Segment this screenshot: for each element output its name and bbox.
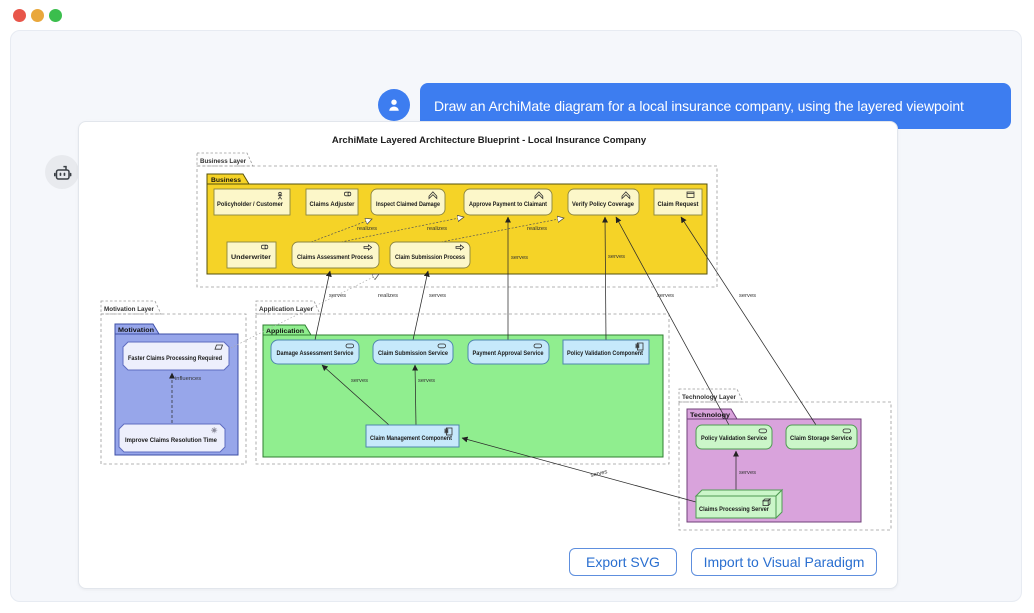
chat-panel: Draw an ArchiMate diagram for a local in… bbox=[10, 30, 1022, 602]
node-payment-approval-service: Payment Approval Service bbox=[468, 340, 549, 364]
svg-text:Inspect Claimed Damage: Inspect Claimed Damage bbox=[376, 202, 441, 208]
relation-label: serves bbox=[418, 378, 435, 384]
svg-text:Claim Storage Service: Claim Storage Service bbox=[790, 436, 853, 442]
relation-label: influences bbox=[175, 376, 201, 382]
relation-label: serves bbox=[739, 293, 756, 299]
robot-icon bbox=[52, 162, 73, 183]
relation-line bbox=[413, 271, 428, 340]
maximize-window-button[interactable] bbox=[49, 9, 62, 22]
svg-text:Policy Validation Service: Policy Validation Service bbox=[701, 436, 768, 442]
svg-text:Payment Approval Service: Payment Approval Service bbox=[473, 351, 545, 357]
node-claims-processing-server: Claims Processing Server bbox=[696, 490, 782, 518]
node-claim-request: Claim Request bbox=[654, 189, 702, 215]
business-layer-label: Business Layer bbox=[200, 158, 246, 165]
node-claim-submission-process: Claim Submission Process bbox=[390, 242, 470, 268]
relation-label: realizes bbox=[427, 226, 447, 232]
import-to-visual-paradigm-button[interactable]: Import to Visual Paradigm bbox=[691, 548, 877, 576]
diagram-card: ArchiMate Layered Architecture Blueprint… bbox=[78, 121, 898, 589]
technology-layer-label: Technology Layer bbox=[682, 394, 736, 401]
node-improve-claims-resolution-time: Improve Claims Resolution Time bbox=[119, 424, 225, 452]
user-message-text: Draw an ArchiMate diagram for a local in… bbox=[434, 98, 964, 114]
motivation-group-label: Motivation bbox=[118, 327, 154, 334]
relation-line bbox=[315, 271, 330, 340]
svg-text:Claim Submission Process: Claim Submission Process bbox=[395, 255, 466, 261]
node-damage-assessment-service: Damage Assessment Service bbox=[271, 340, 359, 364]
svg-text:Claims Assessment Process: Claims Assessment Process bbox=[297, 255, 374, 261]
user-avatar bbox=[378, 89, 410, 121]
application-group-label: Application bbox=[266, 328, 304, 335]
node-claims-adjuster: Claims Adjuster bbox=[306, 189, 358, 215]
bot-avatar bbox=[45, 155, 79, 189]
node-policyholder-customer: Policyholder / Customer bbox=[214, 189, 290, 215]
svg-text:Approve Payment to Claimant: Approve Payment to Claimant bbox=[469, 202, 547, 208]
export-svg-button[interactable]: Export SVG bbox=[569, 548, 677, 576]
relation-label: realizes bbox=[357, 226, 377, 232]
close-window-button[interactable] bbox=[13, 9, 26, 22]
svg-text:Claim Submission Service: Claim Submission Service bbox=[378, 351, 449, 357]
svg-text:Underwriter: Underwriter bbox=[231, 255, 272, 261]
node-claim-submission-service: Claim Submission Service bbox=[373, 340, 453, 364]
relation-label: serves bbox=[608, 254, 625, 260]
application-layer-label: Application Layer bbox=[259, 306, 313, 313]
node-claim-storage-service: Claim Storage Service bbox=[786, 425, 857, 449]
node-policy-validation-service: Policy Validation Service bbox=[696, 425, 772, 449]
node-approve-payment-to-claimant: Approve Payment to Claimant bbox=[464, 189, 552, 215]
archimate-diagram: ArchiMate Layered Architecture Blueprint… bbox=[79, 122, 899, 590]
node-claims-assessment-process: Claims Assessment Process bbox=[292, 242, 379, 268]
minimize-window-button[interactable] bbox=[31, 9, 44, 22]
svg-text:Verify Policy Coverage: Verify Policy Coverage bbox=[572, 202, 635, 208]
relation-label: serves bbox=[511, 255, 528, 261]
person-icon bbox=[385, 96, 403, 114]
diagram-title: ArchiMate Layered Architecture Blueprint… bbox=[332, 135, 647, 146]
svg-text:Claims Adjuster: Claims Adjuster bbox=[310, 202, 356, 208]
node-underwriter: Underwriter bbox=[227, 242, 276, 268]
motivation-layer-label: Motivation Layer bbox=[104, 306, 154, 313]
node-verify-policy-coverage: Verify Policy Coverage bbox=[568, 189, 639, 215]
relation-label: serves bbox=[657, 293, 674, 299]
svg-text:Claims Processing Server: Claims Processing Server bbox=[699, 507, 770, 513]
node-faster-claims-processing-required: Faster Claims Processing Required bbox=[123, 342, 229, 370]
app-window: { "window": { "traffic_lights": { "close… bbox=[0, 0, 1034, 613]
svg-text:Policyholder / Customer: Policyholder / Customer bbox=[217, 202, 284, 208]
svg-text:Claim Management Component: Claim Management Component bbox=[370, 436, 452, 442]
relation-label: serves bbox=[351, 378, 368, 384]
node-inspect-claimed-damage: Inspect Claimed Damage bbox=[371, 189, 445, 215]
node-claim-management-component: Claim Management Component bbox=[366, 425, 459, 447]
svg-text:Faster Claims Processing Requi: Faster Claims Processing Required bbox=[128, 356, 222, 362]
svg-text:Claim Request: Claim Request bbox=[658, 202, 699, 208]
business-group-label: Business bbox=[211, 177, 241, 184]
node-policy-validation-component: Policy Validation Component bbox=[563, 340, 649, 364]
svg-text:Damage Assessment Service: Damage Assessment Service bbox=[277, 351, 355, 357]
relation-label: serves bbox=[429, 293, 446, 299]
svg-text:Improve Claims Resolution Time: Improve Claims Resolution Time bbox=[125, 438, 218, 444]
svg-text:Policy Validation Component: Policy Validation Component bbox=[567, 351, 643, 357]
relation-label: realizes bbox=[378, 293, 398, 299]
relation-label: realizes bbox=[527, 226, 547, 232]
relation-label: serves bbox=[739, 470, 756, 476]
